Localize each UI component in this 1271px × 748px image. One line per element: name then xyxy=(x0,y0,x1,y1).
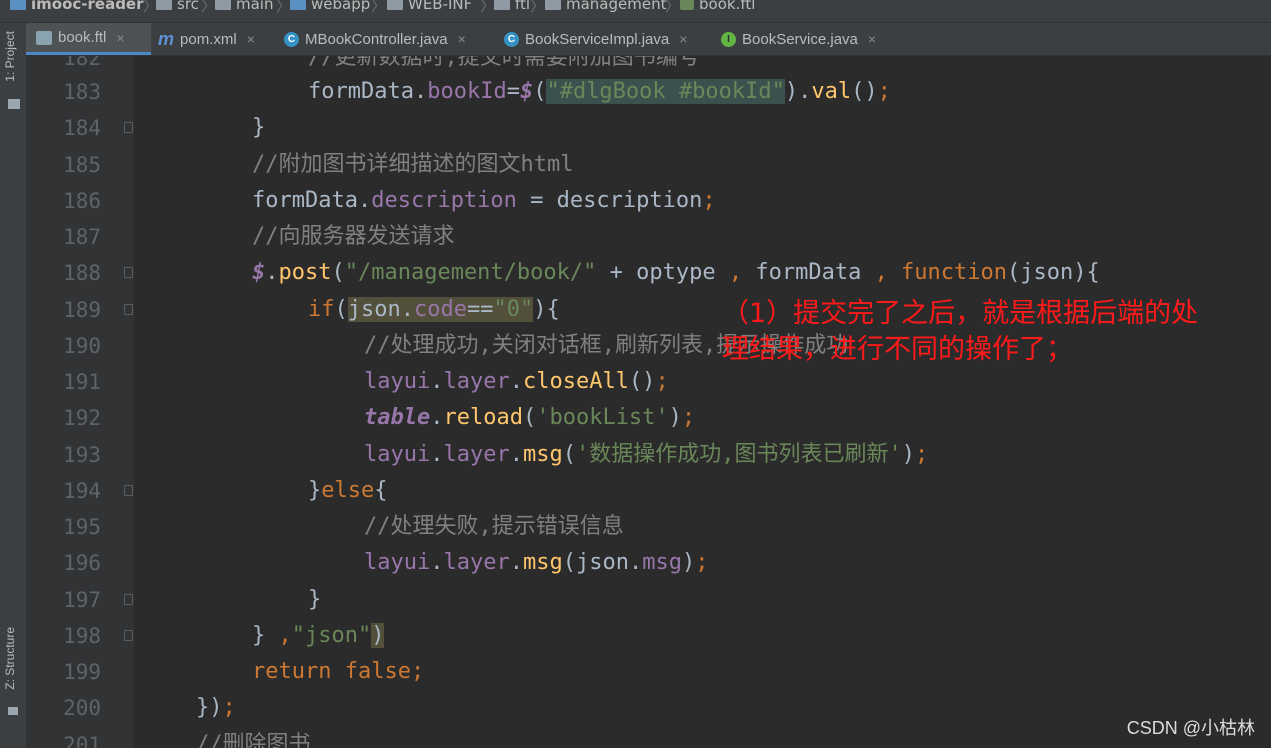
project-folder-icon xyxy=(8,99,20,109)
breadcrumb-item-web-inf[interactable]: WEB-INF xyxy=(387,0,472,13)
line-number: 197 xyxy=(63,588,101,612)
line-number: 192 xyxy=(63,406,101,430)
line-number: 190 xyxy=(63,334,101,358)
line-number: 186 xyxy=(63,189,101,213)
project-tool-button[interactable]: 1: Project xyxy=(3,31,17,82)
breadcrumb-item-book-ftl[interactable]: book.ftl xyxy=(680,0,755,13)
interface-icon: I xyxy=(721,31,736,47)
breadcrumb-separator: 〉 xyxy=(665,0,681,15)
line-number: 201 xyxy=(63,733,101,748)
breadcrumb-separator: 〉 xyxy=(201,0,217,15)
folder-icon xyxy=(387,0,403,10)
line-number: 187 xyxy=(63,225,101,249)
line-number: 184 xyxy=(63,116,101,140)
line-number: 194 xyxy=(63,479,101,503)
line-number-gutter: 182 183 184 185 186 187 188 189 190 191 … xyxy=(27,56,134,748)
tab-book-ftl[interactable]: book.ftl × xyxy=(26,23,151,55)
close-icon[interactable]: × xyxy=(679,31,687,47)
close-icon[interactable]: × xyxy=(247,31,255,47)
annotation-note: （1）提交完了之后，就是根据后端的处 理结果，进行不同的操作了； xyxy=(722,296,1198,368)
fold-marker[interactable] xyxy=(124,304,133,315)
code-line-189: if(json.code=="0"){ xyxy=(308,297,560,322)
close-icon[interactable]: × xyxy=(868,31,876,47)
fold-marker[interactable] xyxy=(124,630,133,641)
folder-icon xyxy=(545,0,561,10)
fold-marker[interactable] xyxy=(124,485,133,496)
structure-icon xyxy=(8,707,18,715)
tab-bookserviceimpl-java[interactable]: C BookServiceImpl.java × xyxy=(504,23,687,55)
breadcrumb-separator: 〉 xyxy=(276,0,292,15)
project-folder-icon xyxy=(10,0,26,10)
line-number: 199 xyxy=(63,660,101,684)
line-number: 189 xyxy=(63,298,101,322)
line-number: 182 xyxy=(63,56,101,70)
annotation-line: 理结果，进行不同的操作了； xyxy=(722,334,1073,365)
code-line-186: formData.description = description; xyxy=(252,188,716,213)
tab-bookservice-java[interactable]: I BookService.java × xyxy=(721,23,876,55)
line-number: 195 xyxy=(63,515,101,539)
tab-mbookcontroller-java[interactable]: C MBookController.java × xyxy=(284,23,466,55)
breadcrumb-item-webapp[interactable]: webapp xyxy=(290,0,370,13)
annotation-line: （1）提交完了之后，就是根据后端的处 xyxy=(722,298,1199,329)
tool-window-strip: 1: Project Z: Structure xyxy=(0,23,27,748)
editor-tabs: book.ftl × m pom.xml × C MBookController… xyxy=(26,23,1271,56)
code-line-188: $.post("/management/book/" + optype , fo… xyxy=(252,260,1100,285)
code-line-201: //删除图书 xyxy=(196,732,311,748)
code-line-197: } xyxy=(308,587,322,612)
fold-marker[interactable] xyxy=(124,594,133,605)
ftl-file-icon xyxy=(680,0,694,10)
breadcrumb-separator: 〉 xyxy=(530,0,546,15)
code-line-199: return false; xyxy=(252,659,425,684)
code-line-184: } xyxy=(252,115,266,140)
folder-icon xyxy=(215,0,231,10)
folder-icon xyxy=(156,0,172,10)
ftl-file-icon xyxy=(36,30,52,45)
breadcrumb-item-src[interactable]: src xyxy=(156,0,199,13)
line-number: 196 xyxy=(63,551,101,575)
line-number: 188 xyxy=(63,261,101,285)
breadcrumb-item-project[interactable]: imooc-reader xyxy=(10,0,144,13)
code-line-192: table.reload('bookList'); xyxy=(364,405,696,430)
close-icon[interactable]: × xyxy=(116,30,124,46)
code-line-185: //附加图书详细描述的图文html xyxy=(252,152,574,177)
fold-marker[interactable] xyxy=(124,267,133,278)
folder-icon xyxy=(494,0,510,10)
breadcrumb-separator: 〉 xyxy=(480,0,496,15)
class-icon: C xyxy=(284,31,299,47)
line-number: 193 xyxy=(63,443,101,467)
line-number: 198 xyxy=(63,624,101,648)
line-number: 191 xyxy=(63,370,101,394)
code-line-193: layui.layer.msg('数据操作成功,图书列表已刷新'); xyxy=(364,442,929,467)
breadcrumb: imooc-reader 〉 src 〉 main 〉 webapp 〉 WEB… xyxy=(0,0,1271,23)
breadcrumb-separator: 〉 xyxy=(371,0,387,15)
fold-marker[interactable] xyxy=(124,122,133,133)
code-line-198: } ,"json") xyxy=(252,623,385,648)
code-line-196: layui.layer.msg(json.msg); xyxy=(364,550,709,575)
code-line-183: formData.bookId=$("#dlgBook #bookId").va… xyxy=(308,79,891,104)
code-line-182: //更新数据时,提交时需要附加图书编号 xyxy=(308,56,700,70)
code-line-187: //向服务器发送请求 xyxy=(252,224,455,249)
web-folder-icon xyxy=(290,0,306,10)
watermark: CSDN @小枯林 xyxy=(1126,718,1255,738)
class-icon: C xyxy=(504,31,519,47)
close-icon[interactable]: × xyxy=(458,31,466,47)
line-number: 183 xyxy=(63,80,101,104)
breadcrumb-item-ftl[interactable]: ftl xyxy=(494,0,530,13)
breadcrumb-item-management[interactable]: management xyxy=(545,0,666,13)
structure-tool-button[interactable]: Z: Structure xyxy=(3,627,17,690)
maven-icon: m xyxy=(158,28,175,49)
code-line-194: }else{ xyxy=(308,478,388,503)
code-line-195: //处理失败,提示错误信息 xyxy=(364,514,624,539)
line-number: 200 xyxy=(63,696,101,720)
line-number: 185 xyxy=(63,153,101,177)
code-line-191: layui.layer.closeAll(); xyxy=(364,369,669,394)
breadcrumb-item-main[interactable]: main xyxy=(215,0,273,13)
tab-pom-xml[interactable]: m pom.xml × xyxy=(158,23,255,55)
code-line-200: }); xyxy=(196,695,236,720)
code-editor[interactable]: //更新数据时,提交时需要附加图书编号 formData.bookId=$("#… xyxy=(134,56,1271,748)
